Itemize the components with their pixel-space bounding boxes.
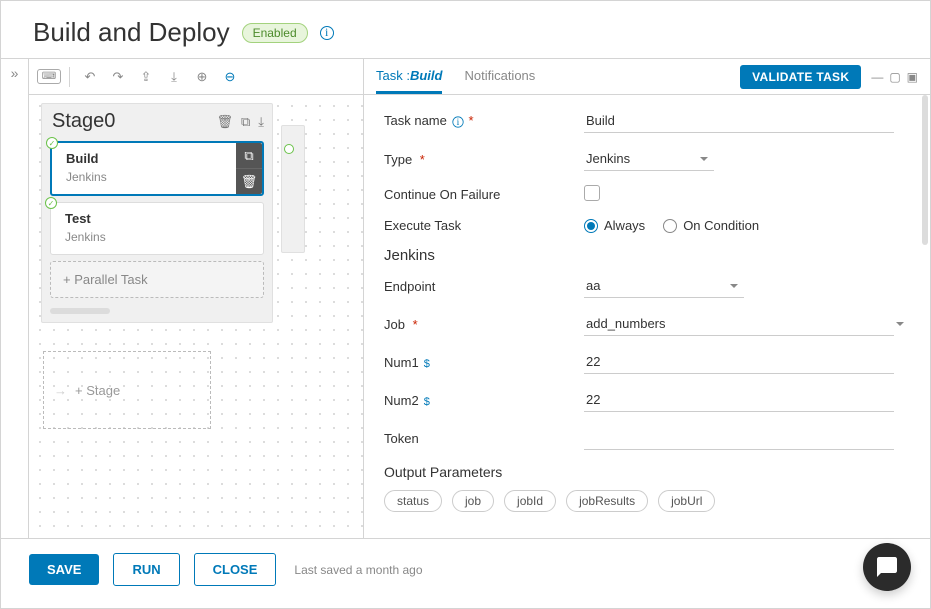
- task-name: Build: [66, 151, 250, 166]
- radio-label: Always: [604, 218, 645, 233]
- task-form: Task name i* Type * Continue On Failure …: [364, 95, 930, 538]
- type-label: Type: [384, 152, 412, 167]
- add-parallel-task-button[interactable]: + Parallel Task: [50, 261, 264, 298]
- output-param-pill[interactable]: jobId: [504, 490, 556, 512]
- copy-stage-icon[interactable]: ⧉: [241, 114, 250, 130]
- keyboard-icon[interactable]: ⌨: [37, 65, 61, 89]
- footer: SAVE RUN CLOSE Last saved a month ago: [1, 538, 930, 600]
- next-stage-peek[interactable]: [281, 125, 305, 253]
- details-panel: Task :Build Notifications VALIDATE TASK …: [364, 59, 930, 538]
- minimize-icon[interactable]: —: [871, 70, 883, 84]
- radio-label: On Condition: [683, 218, 759, 233]
- undo-icon[interactable]: ↶: [78, 65, 102, 89]
- job-select[interactable]: [584, 312, 894, 336]
- stage-card[interactable]: Stage0 🗑 ⧉ ⤓ ✓ Build Jenkins ⧉ 🗑: [41, 103, 273, 323]
- output-parameters-title: Output Parameters: [384, 464, 910, 480]
- output-param-pill[interactable]: job: [452, 490, 494, 512]
- endpoint-label: Endpoint: [384, 279, 584, 294]
- add-icon[interactable]: ⊕: [190, 65, 214, 89]
- stage-title: Stage0: [52, 110, 115, 133]
- task-name: Test: [65, 211, 251, 226]
- task-subtype: Jenkins: [65, 230, 251, 244]
- details-scrollbar[interactable]: [922, 95, 928, 245]
- page-title: Build and Deploy: [33, 17, 230, 48]
- status-badge-enabled: Enabled: [242, 23, 308, 43]
- export-icon[interactable]: ⇪: [134, 65, 158, 89]
- num1-input[interactable]: [584, 350, 894, 374]
- chat-launcher-button[interactable]: [863, 543, 911, 591]
- import-icon[interactable]: ⤓: [162, 65, 186, 89]
- last-saved-text: Last saved a month ago: [294, 563, 422, 577]
- tab-notifications[interactable]: Notifications: [464, 60, 535, 94]
- chat-icon: [875, 555, 899, 579]
- expand-rail-icon[interactable]: »: [11, 65, 19, 81]
- add-stage-label: + Stage: [75, 383, 120, 398]
- output-param-pill[interactable]: jobUrl: [658, 490, 715, 512]
- num1-label: Num1: [384, 355, 419, 370]
- details-tabs: Task :Build Notifications: [376, 60, 535, 94]
- delete-stage-icon[interactable]: 🗑: [216, 114, 233, 130]
- tab-task-name: Build: [410, 68, 443, 83]
- maximize-icon[interactable]: ▣: [907, 70, 918, 84]
- task-name-input[interactable]: [584, 109, 894, 133]
- num2-label: Num2: [384, 393, 419, 408]
- output-param-pill[interactable]: jobResults: [566, 490, 648, 512]
- page-header: Build and Deploy Enabled i: [1, 1, 930, 58]
- validate-task-button[interactable]: VALIDATE TASK: [740, 65, 861, 89]
- download-stage-icon[interactable]: ⤓: [258, 114, 264, 130]
- save-button[interactable]: SAVE: [29, 554, 99, 585]
- add-stage-placeholder[interactable]: → + Stage: [43, 351, 211, 429]
- execute-task-label: Execute Task: [384, 218, 584, 233]
- task-card-test[interactable]: ✓ Test Jenkins: [50, 202, 264, 255]
- task-name-label: Task name: [384, 113, 447, 128]
- pipeline-canvas[interactable]: Stage0 🗑 ⧉ ⤓ ✓ Build Jenkins ⧉ 🗑: [29, 95, 363, 538]
- close-button[interactable]: CLOSE: [194, 553, 277, 586]
- type-select[interactable]: [584, 147, 714, 171]
- run-button[interactable]: RUN: [113, 553, 179, 586]
- task-status-ok-icon: ✓: [45, 197, 57, 209]
- endpoint-select[interactable]: [584, 274, 744, 298]
- output-parameters: status job jobId jobResults jobUrl: [384, 490, 910, 512]
- stage-scrollbar[interactable]: [50, 308, 110, 314]
- delete-task-icon[interactable]: 🗑: [236, 169, 262, 194]
- expand-rail: »: [1, 59, 29, 538]
- tab-task[interactable]: Task :Build: [376, 60, 442, 94]
- continue-on-failure-checkbox[interactable]: [584, 185, 600, 201]
- redo-icon[interactable]: ↷: [106, 65, 130, 89]
- info-icon[interactable]: i: [320, 26, 334, 40]
- job-label: Job: [384, 317, 405, 332]
- task-status-ok-icon: ✓: [46, 137, 58, 149]
- num2-input[interactable]: [584, 388, 894, 412]
- jenkins-section-title: Jenkins: [384, 247, 910, 264]
- execute-always-radio[interactable]: Always: [584, 218, 645, 233]
- restore-icon[interactable]: ▢: [889, 70, 900, 84]
- info-icon[interactable]: i: [452, 116, 463, 127]
- task-card-build[interactable]: ✓ Build Jenkins ⧉ 🗑: [50, 141, 264, 196]
- canvas-column: ⌨ ↶ ↷ ⇪ ⤓ ⊕ ⊖ Stage0 🗑 ⧉ ⤓ ✓: [29, 59, 364, 538]
- canvas-toolbar: ⌨ ↶ ↷ ⇪ ⤓ ⊕ ⊖: [29, 59, 363, 95]
- flow-arrow-icon: →: [54, 383, 67, 398]
- task-subtype: Jenkins: [66, 170, 250, 184]
- token-input[interactable]: [584, 426, 894, 450]
- task-status-ok-icon: [284, 144, 294, 154]
- copy-task-icon[interactable]: ⧉: [236, 143, 262, 169]
- output-param-pill[interactable]: status: [384, 490, 442, 512]
- execute-on-condition-radio[interactable]: On Condition: [663, 218, 759, 233]
- main-split: » ⌨ ↶ ↷ ⇪ ⤓ ⊕ ⊖ Stage0 🗑 ⧉ ⤓: [1, 58, 930, 538]
- continue-on-failure-label: Continue On Failure: [384, 187, 584, 202]
- tab-prefix: Task :: [376, 68, 410, 83]
- token-label: Token: [384, 431, 584, 446]
- zoom-out-icon[interactable]: ⊖: [218, 65, 242, 89]
